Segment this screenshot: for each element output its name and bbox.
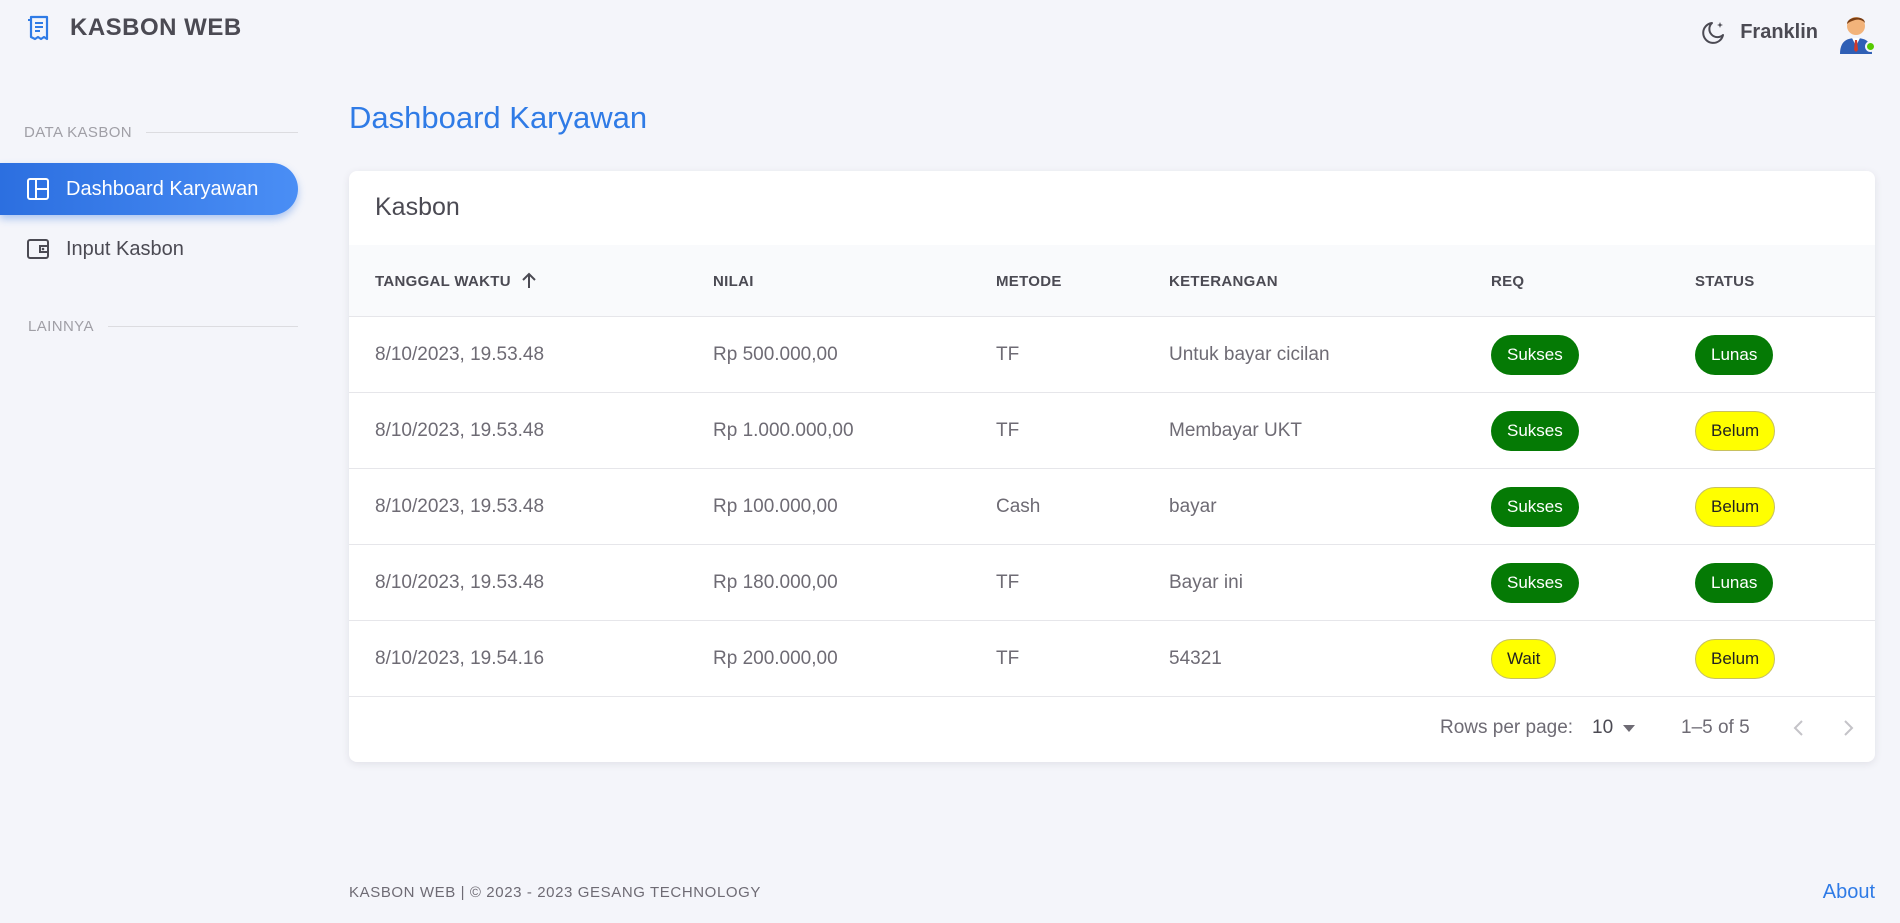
table-row: 8/10/2023, 19.53.48 Rp 1.000.000,00 TF Memb… [349, 393, 1875, 469]
rows-per-page-select[interactable]: 10 [1592, 717, 1636, 739]
cell-status: Lunas [1695, 317, 1774, 392]
column-header-req[interactable]: REQ [1491, 245, 1524, 317]
req-status-chip: Sukses [1491, 562, 1579, 603]
user-name: Franklin [1740, 20, 1818, 43]
receipt-icon [26, 14, 52, 42]
avatar[interactable] [1836, 10, 1876, 54]
cell-status: Belum [1695, 393, 1776, 468]
app-root: KASBON WEB Franklin DATA KASBON Dashboar… [0, 0, 1900, 923]
cell-nilai: Rp 100.000,00 [713, 495, 838, 517]
payment-status-chip: Lunas [1695, 334, 1774, 375]
table-row: 8/10/2023, 19.53.48 Rp 500.000,00 TF Untuk … [349, 317, 1875, 393]
kasbon-card: Kasbon TANGGAL WAKTU NILAI METODE KETERA… [349, 171, 1875, 762]
theme-toggle-moon-icon[interactable] [1700, 18, 1728, 46]
cell-keterangan: Bayar ini [1169, 571, 1243, 593]
cell-nilai: Rp 500.000,00 [713, 343, 838, 365]
cell-keterangan: Membayar UKT [1169, 419, 1303, 441]
table-row: 8/10/2023, 19.53.48 Rp 180.000,00 TF Bayar … [349, 545, 1875, 621]
cell-keterangan: Untuk bayar cicilan [1169, 343, 1330, 365]
payment-status-chip: Lunas [1695, 562, 1774, 603]
req-status-chip: Sukses [1491, 410, 1579, 451]
user-area: Franklin [1700, 10, 1876, 54]
cell-status: Belum [1695, 469, 1776, 544]
cell-nilai: Rp 1.000.000,00 [713, 419, 854, 441]
section-divider [146, 132, 298, 133]
payment-status-chip: Belum [1695, 410, 1776, 451]
card-title: Kasbon [375, 193, 460, 221]
cell-metode: Cash [996, 495, 1041, 517]
top-bar: KASBON WEB Franklin [0, 0, 1900, 64]
footer-copyright: KASBON WEB | © 2023 - 2023 GESANG TECHNO… [349, 884, 762, 901]
cell-req: Wait [1491, 621, 1557, 696]
column-header-keterangan[interactable]: KETERANGAN [1169, 245, 1278, 317]
dashboard-icon [26, 177, 50, 201]
previous-page-button[interactable] [1786, 715, 1812, 741]
rows-per-page-label: Rows per page: [1440, 717, 1574, 738]
brand[interactable]: KASBON WEB [26, 14, 242, 42]
online-status-dot [1865, 41, 1876, 52]
cell-tanggal-waktu: 8/10/2023, 19.53.48 [375, 343, 545, 365]
cell-req: Sukses [1491, 469, 1579, 544]
sidebar-item-dashboard-karyawan[interactable]: Dashboard Karyawan [0, 163, 298, 215]
cell-status: Belum [1695, 621, 1776, 696]
table-row: 8/10/2023, 19.53.48 Rp 100.000,00 Cash baya… [349, 469, 1875, 545]
cell-nilai: Rp 200.000,00 [713, 647, 838, 669]
cell-req: Sukses [1491, 545, 1579, 620]
cell-metode: TF [996, 647, 1020, 669]
cell-tanggal-waktu: 8/10/2023, 19.53.48 [375, 571, 545, 593]
cell-keterangan: bayar [1169, 495, 1217, 517]
column-header-tanggal-waktu[interactable]: TANGGAL WAKTU [375, 245, 539, 317]
sort-arrow-up-icon[interactable] [519, 271, 539, 291]
pagination-range: 1–5 of 5 [1681, 717, 1750, 738]
cell-tanggal-waktu: 8/10/2023, 19.53.48 [375, 419, 545, 441]
next-page-button[interactable] [1835, 715, 1861, 741]
sidebar-item-input-kasbon[interactable]: Input Kasbon [0, 223, 298, 275]
table-row: 8/10/2023, 19.54.16 Rp 200.000,00 TF 54321 W… [349, 621, 1875, 697]
column-header-status[interactable]: STATUS [1695, 245, 1755, 317]
sidebar-section-data-kasbon: DATA KASBON [0, 124, 298, 141]
column-header-nilai[interactable]: NILAI [713, 245, 754, 317]
section-label: DATA KASBON [24, 124, 133, 141]
column-header-metode[interactable]: METODE [996, 245, 1062, 317]
cell-req: Sukses [1491, 393, 1579, 468]
section-divider [107, 326, 298, 327]
cell-nilai: Rp 180.000,00 [713, 571, 838, 593]
chevron-right-icon [1844, 720, 1854, 736]
page-title: Dashboard Karyawan [349, 100, 648, 135]
payment-status-chip: Belum [1695, 486, 1776, 527]
req-status-chip: Sukses [1491, 486, 1579, 527]
cell-status: Lunas [1695, 545, 1774, 620]
about-link[interactable]: About [1823, 881, 1875, 904]
cell-metode: TF [996, 571, 1020, 593]
caret-down-icon [1623, 724, 1636, 732]
cell-keterangan: 54321 [1169, 647, 1222, 669]
table-header: TANGGAL WAKTU NILAI METODE KETERANGAN RE… [349, 245, 1875, 317]
wallet-icon [26, 237, 50, 261]
cell-metode: TF [996, 343, 1020, 365]
app-title: KASBON WEB [70, 14, 242, 41]
req-status-chip: Sukses [1491, 334, 1579, 375]
payment-status-chip: Belum [1695, 638, 1776, 679]
sidebar-section-lainnya: LAINNYA [0, 318, 298, 335]
chevron-left-icon [1793, 720, 1803, 736]
cell-req: Sukses [1491, 317, 1579, 392]
section-label: LAINNYA [28, 318, 94, 335]
rows-per-page-value: 10 [1592, 717, 1614, 738]
sidebar-item-label: Dashboard Karyawan [66, 177, 259, 200]
req-status-chip: Wait [1491, 638, 1557, 679]
cell-tanggal-waktu: 8/10/2023, 19.53.48 [375, 495, 545, 517]
pagination: Rows per page: 10 1–5 of 5 [349, 697, 1875, 761]
sidebar-item-label: Input Kasbon [66, 237, 184, 260]
cell-tanggal-waktu: 8/10/2023, 19.54.16 [375, 647, 545, 669]
column-label: TANGGAL WAKTU [375, 272, 511, 290]
cell-metode: TF [996, 419, 1020, 441]
